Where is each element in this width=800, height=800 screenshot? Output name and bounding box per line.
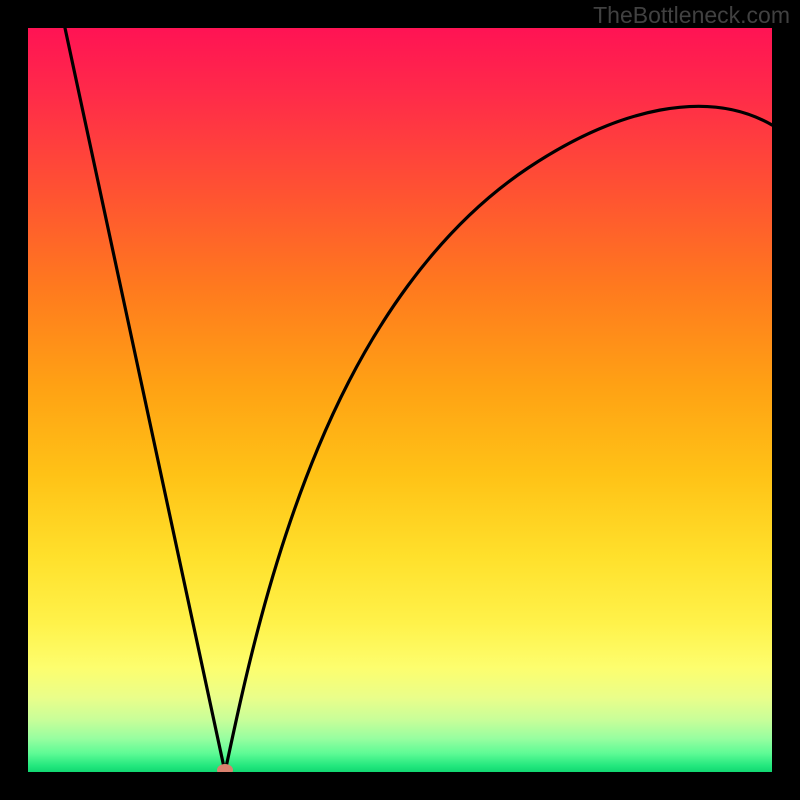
watermark-text: TheBottleneck.com: [593, 2, 790, 29]
figure-frame: TheBottleneck.com: [0, 0, 800, 800]
minimum-marker: [217, 764, 233, 772]
curve-path: [65, 28, 772, 772]
bottleneck-curve: [28, 28, 772, 772]
plot-area: [28, 28, 772, 772]
